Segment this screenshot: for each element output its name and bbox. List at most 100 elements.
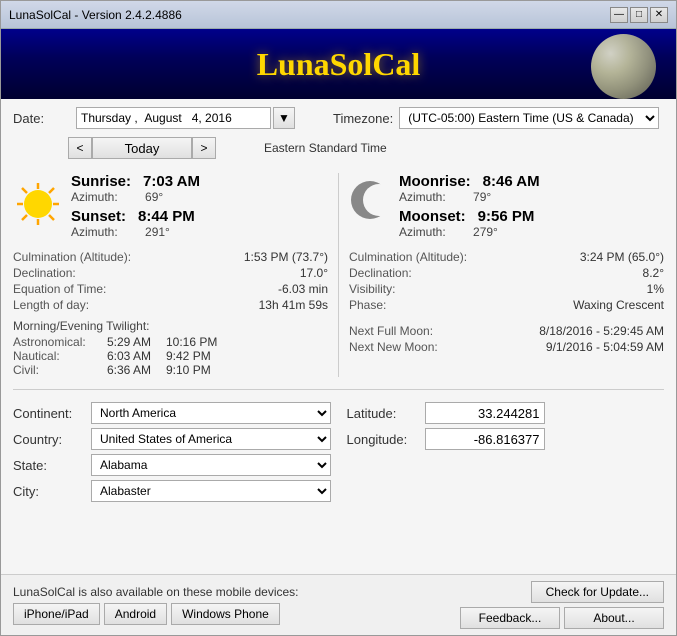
nautical-evening: 9:42 PM [166,349,211,363]
moonrise-azimuth-value: 79° [473,190,491,204]
longitude-input[interactable] [425,428,545,450]
location-left: Continent: North America Country: United… [13,402,331,506]
date-label: Date: [13,111,68,126]
visibility-label: Visibility: [349,282,395,296]
next-new-value: 9/1/2016 - 5:04:59 AM [546,340,664,354]
bottom-action-row: Feedback... About... [460,607,664,629]
check-update-button[interactable]: Check for Update... [531,581,664,603]
phase-label: Phase: [349,298,386,312]
latitude-label: Latitude: [347,406,417,421]
iphone-button[interactable]: iPhone/iPad [13,603,100,625]
mobile-section: LunaSolCal is also available on these mo… [13,585,299,625]
minimize-button[interactable]: — [610,7,628,23]
length-sun-value: 13h 41m 59s [259,298,328,312]
prev-date-button[interactable]: < [68,137,92,159]
data-panels: Sunrise: 7:03 AM Azimuth: 69° Sunset: 8:… [13,173,664,377]
moon-phase-icon [349,179,391,221]
country-select[interactable]: United States of America [91,428,331,450]
civil-evening: 9:10 PM [166,363,211,377]
declination-sun-value: 17.0° [300,266,328,280]
today-button[interactable]: Today [92,137,192,159]
moonset-value: 9:56 PM [478,208,535,225]
windows-phone-button[interactable]: Windows Phone [171,603,280,625]
moonset-label: Moonset: [399,208,466,225]
mobile-buttons: iPhone/iPad Android Windows Phone [13,603,299,625]
city-select[interactable]: Alabaster [91,480,331,502]
date-display: Thursday , August 4, 2016 [81,111,232,125]
timezone-standard: Eastern Standard Time [262,141,387,155]
moon-details: Moonrise: 8:46 AM Azimuth: 79° Moonset: … [399,173,664,243]
action-buttons: Check for Update... Feedback... About... [460,581,664,629]
sun-info-grid: Culmination (Altitude): 1:53 PM (73.7°) … [13,249,328,313]
declination-moon-value: 8.2° [643,266,664,280]
feedback-button[interactable]: Feedback... [460,607,560,629]
culmination-moon-value: 3:24 PM (65.0°) [580,250,664,264]
timezone-select[interactable]: (UTC-05:00) Eastern Time (US & Canada) [399,107,659,129]
astronomical-label: Astronomical: [13,335,103,349]
nautical-morning: 6:03 AM [107,349,162,363]
sun-details: Sunrise: 7:03 AM Azimuth: 69° Sunset: 8:… [71,173,328,243]
sun-panel: Sunrise: 7:03 AM Azimuth: 69° Sunset: 8:… [13,173,338,377]
location-right: Latitude: Longitude: [347,402,665,506]
declination-sun-label: Declination: [13,266,76,280]
longitude-label: Longitude: [347,432,417,447]
city-label: City: [13,484,83,499]
civil-label: Civil: [13,363,103,377]
declination-moon-label: Declination: [349,266,412,280]
culmination-sun-value: 1:53 PM (73.7°) [244,250,328,264]
moonrise-azimuth-label: Azimuth: [399,190,446,204]
visibility-value: 1% [647,282,664,296]
date-field[interactable]: Thursday , August 4, 2016 [76,107,271,129]
continent-label: Continent: [13,406,83,421]
culmination-sun-label: Culmination (Altitude): [13,250,131,264]
title-bar: LunaSolCal - Version 2.4.2.4886 — □ ✕ [1,1,676,29]
about-button[interactable]: About... [564,607,664,629]
moonrise-value: 8:46 AM [483,173,540,190]
moon-info-grid: Culmination (Altitude): 3:24 PM (65.0°) … [349,249,664,313]
latitude-input[interactable] [425,402,545,424]
divider [13,389,664,390]
next-new-label: Next New Moon: [349,340,438,354]
continent-select[interactable]: North America [91,402,331,424]
sunrise-label: Sunrise: [71,173,131,190]
moon-decoration [591,34,656,99]
astronomical-evening: 10:16 PM [166,335,217,349]
twilight-section: Morning/Evening Twilight: Astronomical: … [13,319,328,377]
phase-value: Waxing Crescent [573,298,664,312]
maximize-button[interactable]: □ [630,7,648,23]
top-action-row: Check for Update... [531,581,664,603]
app-title: LunaSolCal [257,46,421,83]
sun-icon [13,179,63,229]
sunrise-azimuth-label: Azimuth: [71,190,118,204]
mobile-label: LunaSolCal is also available on these mo… [13,585,299,599]
next-date-button[interactable]: > [192,137,216,159]
culmination-moon-label: Culmination (Altitude): [349,250,467,264]
country-label: Country: [13,432,83,447]
equation-sun-label: Equation of Time: [13,282,106,296]
sunset-azimuth-label: Azimuth: [71,225,118,239]
astronomical-morning: 5:29 AM [107,335,162,349]
android-button[interactable]: Android [104,603,167,625]
sunrise-azimuth-value: 69° [145,190,163,204]
state-label: State: [13,458,83,473]
main-window: LunaSolCal - Version 2.4.2.4886 — □ ✕ Lu… [0,0,677,636]
window-title: LunaSolCal - Version 2.4.2.4886 [9,8,182,22]
moonset-azimuth-label: Azimuth: [399,225,446,239]
moonset-azimuth-value: 279° [473,225,498,239]
sunset-azimuth-value: 291° [145,225,170,239]
date-picker-button[interactable]: ▼ [273,107,295,129]
timezone-label: Timezone: [333,111,393,126]
moon-panel: Moonrise: 8:46 AM Azimuth: 79° Moonset: … [338,173,664,377]
next-full-label: Next Full Moon: [349,324,433,338]
window-controls: — □ ✕ [610,7,668,23]
location-section: Continent: North America Country: United… [13,402,664,506]
close-button[interactable]: ✕ [650,7,668,23]
next-moons: Next Full Moon: 8/18/2016 - 5:29:45 AM N… [349,323,664,355]
twilight-title: Morning/Evening Twilight: [13,319,328,333]
moonrise-label: Moonrise: [399,173,471,190]
equation-sun-value: -6.03 min [278,282,328,296]
civil-morning: 6:36 AM [107,363,162,377]
nautical-label: Nautical: [13,349,103,363]
state-select[interactable]: Alabama [91,454,331,476]
header-banner: LunaSolCal [1,29,676,99]
